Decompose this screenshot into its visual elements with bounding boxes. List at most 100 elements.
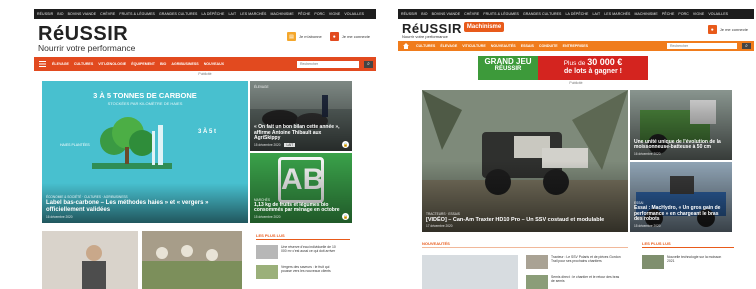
network-link[interactable]: LAIT [228, 12, 236, 16]
hero-subheading: STOCKÉES PAR KILOMÈTRE DE HAIES [107, 101, 183, 106]
item-title[interactable]: Vergers des saveurs : le fruit qui pouss… [281, 265, 337, 273]
item-title[interactable]: Une réserve d'eau individuelle de 10 000… [281, 245, 337, 253]
network-link[interactable]: BIO [421, 12, 427, 16]
card-title[interactable]: Essai : MacHydro, « Un gros gain de perf… [634, 205, 728, 223]
login-label: Je me connecte [341, 34, 370, 39]
user-icon: ● [707, 25, 717, 34]
search-icon[interactable]: ⌕ [364, 60, 373, 68]
network-link[interactable]: FRUITS & LÉGUMES [483, 12, 519, 16]
banner-line1-text: Plus de [563, 60, 586, 67]
home-icon[interactable] [401, 41, 411, 51]
network-link[interactable]: VOLAILLES [344, 12, 364, 16]
nav-item-viticulture[interactable]: Viticulture [462, 44, 486, 48]
top-network-bar: RÉUSSIR BIO BOVINS VIANDE CHÈVRE FRUITS & LÉ… [398, 9, 754, 19]
network-link[interactable]: LA DÉPÊCHE [565, 12, 588, 16]
network-link[interactable]: FRUITS & LÉGUMES [119, 12, 155, 16]
most-read-item[interactable]: Vergers des saveurs : le fruit qui pouss… [256, 265, 337, 279]
network-link[interactable]: BOVINS VIANDE [68, 12, 97, 16]
search-icon[interactable]: ⌕ [742, 43, 751, 49]
network-link[interactable]: MACHINISME [634, 12, 657, 16]
menu-burger-icon[interactable] [37, 59, 47, 69]
nav-item-elevage[interactable]: Élevage [52, 62, 69, 66]
hero-article[interactable]: 3 À 5 TONNES DE CARBONE STOCKÉES PAR KIL… [42, 81, 248, 223]
nav-item-entreprises[interactable]: Entreprises [563, 44, 588, 48]
network-link[interactable]: RÉUSSIR [401, 12, 417, 16]
market-photo [142, 231, 242, 289]
nav-item-cultures[interactable]: Cultures [416, 44, 435, 48]
item-title[interactable]: Semis direct : le chantier et le retour … [551, 275, 621, 283]
ad-label: Publicité [569, 81, 583, 85]
item-title[interactable]: Nouvelle technologie sur la moisson 2021 [667, 255, 727, 263]
site-logo[interactable]: RéUSSIR Machinisme Nourrir votre perform… [402, 21, 505, 39]
article-thumb[interactable] [42, 231, 138, 289]
article-card[interactable]: Essai Essai : MacHydro, « Un gros gain d… [630, 162, 732, 232]
most-read-item[interactable]: Une réserve d'eau individuelle de 10 000… [256, 245, 337, 259]
newspaper-icon: ▤ [286, 32, 296, 41]
item-title[interactable]: Tracteur : Le SSV Polaris et de pièces G… [551, 255, 621, 263]
network-link[interactable]: VIGNE [329, 12, 340, 16]
hero-category: TRACTEURS · ESSAIS [426, 211, 460, 216]
hero-article[interactable]: TRACTEURS · ESSAIS [VIDÉO] – Can-Am Trax… [422, 90, 628, 232]
card-title[interactable]: 1,13 kg de fruits et légumes bio consomm… [254, 202, 348, 215]
login-button[interactable]: ● Je me connecte [329, 32, 370, 41]
network-link[interactable]: RÉUSSIR [37, 12, 53, 16]
card-date: 15 décembre 2020 LAIT [254, 143, 348, 147]
nav-item-agribusiness[interactable]: Agribusiness [171, 62, 198, 66]
login-button[interactable]: ● Je me connecte [707, 25, 748, 34]
network-link[interactable]: LAIT [592, 12, 600, 16]
network-link[interactable]: LA DÉPÊCHE [201, 12, 224, 16]
nav-item-nouveaux[interactable]: Nouveaux [204, 62, 224, 66]
news-item[interactable]: Semis direct : le chantier et le retour … [526, 275, 621, 289]
banner-amount: 30 000 € [587, 57, 623, 67]
card-title[interactable]: Une unité unique de l'évolution de la mo… [634, 139, 728, 152]
nav-item-bio[interactable]: Bio [160, 62, 166, 66]
header-actions: ▤ Je m'abonne ● Je me connecte [286, 32, 370, 41]
network-link[interactable]: MACHINISME [270, 12, 293, 16]
card-title[interactable]: « On fait un bon bilan cette année », af… [254, 124, 348, 142]
network-link[interactable]: CHÈVRE [464, 12, 479, 16]
subscribe-button[interactable]: ▤ Je m'abonne [286, 32, 322, 41]
news-item[interactable]: Tracteur : Le SSV Polaris et de pièces G… [526, 255, 621, 269]
nav-item-cultures[interactable]: Cultures [74, 62, 93, 66]
ad-label: Publicité [198, 72, 212, 76]
network-link[interactable]: VOLAILLES [708, 12, 728, 16]
network-link[interactable]: LES MARCHÉS [240, 12, 266, 16]
network-link[interactable]: VIGNE [693, 12, 704, 16]
hero-title[interactable]: Label bas-carbone – Les méthodes haies »… [46, 200, 244, 214]
search-input[interactable] [297, 60, 359, 68]
nav-item-equipement[interactable]: Équipement [131, 62, 155, 66]
network-link[interactable]: PÊCHE [298, 12, 311, 16]
network-link[interactable]: PÊCHE [662, 12, 675, 16]
gauge-label: 3 À 5 t [197, 129, 216, 135]
network-link[interactable]: GRANDES CULTURES [159, 12, 198, 16]
card-category: MARCHÉS [254, 197, 270, 202]
search-input[interactable] [667, 43, 737, 49]
nav-item-elevage[interactable]: Élevage [440, 44, 457, 48]
network-link[interactable]: BOVINS VIANDE [432, 12, 461, 16]
hero-title[interactable]: [VIDÉO] – Can-Am Traxter HD10 Pro – Un S… [426, 217, 624, 223]
network-link[interactable]: PORC [678, 12, 689, 16]
network-link[interactable]: CHÈVRE [100, 12, 115, 16]
news-thumb[interactable] [422, 255, 518, 289]
article-thumb[interactable] [142, 231, 242, 289]
nav-item-essais[interactable]: Essais [521, 44, 534, 48]
network-link[interactable]: GRANDES CULTURES [523, 12, 562, 16]
site-logo[interactable]: RéUSSIR Nourrir votre performance [38, 24, 135, 53]
card-date: 15 décembre 2020 [634, 224, 661, 228]
hero-gradient [422, 90, 628, 232]
game-banner-ad[interactable]: GRAND JEU RÉUSSIR Plus de 30 000 € de lo… [478, 56, 648, 80]
banner-line2: de lots à gagner ! [564, 67, 622, 75]
hero-date: 16 décembre 2020 [46, 215, 73, 219]
logo-wordmark: RéUSSIR [38, 22, 129, 45]
most-read-item[interactable]: Nouvelle technologie sur la moisson 2021 [642, 255, 727, 269]
network-link[interactable]: PORC [314, 12, 325, 16]
nav-item-nouveautes[interactable]: Nouveautés [491, 44, 516, 48]
logo-tagline: Nourrir votre performance [38, 42, 136, 53]
network-link[interactable]: BIO [57, 12, 63, 16]
nav-item-conduite[interactable]: Conduite [539, 44, 558, 48]
article-card[interactable]: ÉLEVAGE « On fait un bon bilan cette ann… [250, 81, 352, 151]
article-card[interactable]: Une unité unique de l'évolution de la mo… [630, 90, 732, 160]
network-link[interactable]: LES MARCHÉS [604, 12, 630, 16]
nav-item-viti[interactable]: Viti-Œnologie [98, 62, 126, 66]
article-card[interactable]: AB MARCHÉS 1,13 kg de fruits et légumes … [250, 153, 352, 223]
